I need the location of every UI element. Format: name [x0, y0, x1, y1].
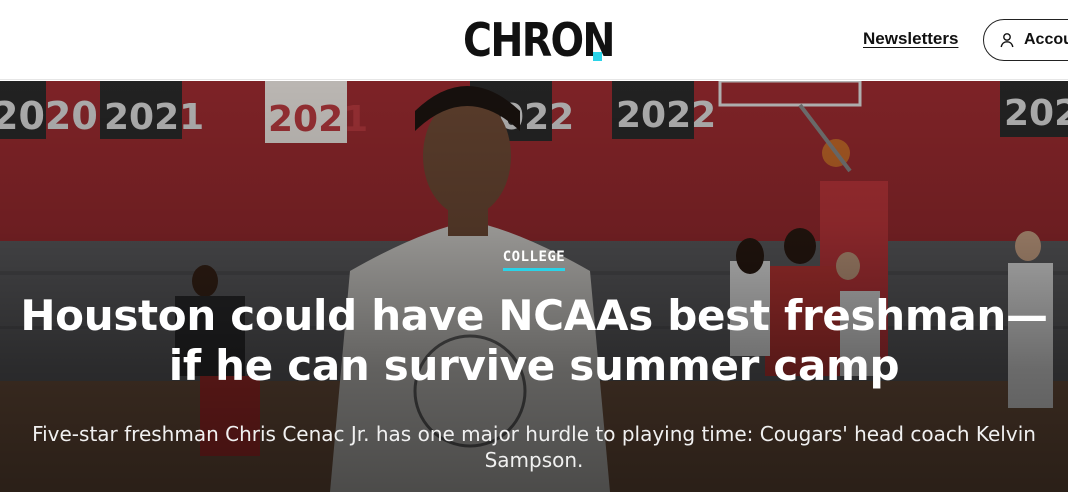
category-tag: COLLEGE	[0, 248, 1068, 271]
chron-logo[interactable]: CHRON	[463, 12, 638, 66]
user-icon	[1000, 33, 1014, 48]
newsletters-link[interactable]: Newsletters	[863, 29, 958, 49]
category-link[interactable]: COLLEGE	[502, 249, 566, 271]
hero-section: 2020 2021 2021 2022 2022 2022	[0, 81, 1068, 492]
logo-accent-dot	[593, 52, 602, 61]
article-headline[interactable]: Houston could have NCAAs best freshman—i…	[10, 291, 1058, 391]
account-button[interactable]: Account	[983, 19, 1068, 61]
article-dek: Five-star freshman Chris Cenac Jr. has o…	[32, 422, 1036, 472]
account-label: Account	[1024, 31, 1068, 48]
logo-text: CHRON	[463, 13, 615, 67]
site-header: CHRON Newsletters Account	[0, 0, 1068, 80]
